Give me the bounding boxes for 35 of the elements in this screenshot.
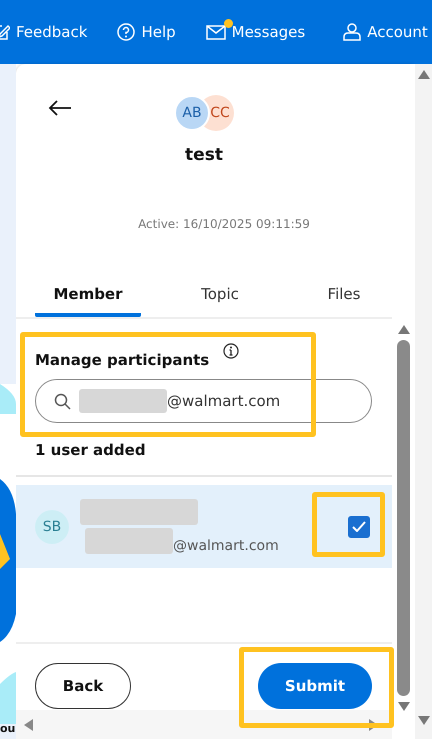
- horizontal-scrollbar[interactable]: [16, 710, 392, 739]
- envelope-icon: [206, 24, 226, 40]
- scroll-up-icon[interactable]: [418, 70, 430, 79]
- scroll-up-icon[interactable]: [398, 325, 410, 334]
- scroll-down-icon[interactable]: [398, 702, 410, 711]
- user-avatar: SB: [35, 510, 69, 544]
- active-timestamp: Active: 16/10/2025 09:11:59: [138, 217, 310, 231]
- page-text: ou: [0, 722, 16, 735]
- tab[interactable]: Topic: [141, 275, 299, 317]
- nav-link[interactable]: Account: [343, 23, 428, 41]
- search-icon: [54, 392, 71, 410]
- scroll-down-icon[interactable]: [418, 716, 430, 725]
- check-icon: [352, 521, 366, 532]
- user-count: 1 user added: [35, 441, 147, 459]
- help-icon: [117, 23, 136, 41]
- tab[interactable]: Files: [299, 275, 389, 317]
- edit-icon: [0, 23, 10, 41]
- back-arrow-icon[interactable]: [46, 98, 74, 118]
- person-icon: [343, 23, 362, 41]
- user-email: @walmart.com: [173, 538, 279, 554]
- avatar: AB: [174, 95, 210, 131]
- submit-button[interactable]: Submit: [258, 663, 372, 709]
- info-icon[interactable]: [223, 343, 240, 359]
- search-field[interactable]: @walmart.com: [35, 379, 372, 423]
- conversation-title: test: [185, 145, 223, 165]
- nav-link[interactable]: Feedback: [0, 23, 88, 41]
- scrollbar-thumb[interactable]: [397, 340, 410, 696]
- back-button[interactable]: Back: [35, 663, 131, 709]
- tab[interactable]: Member: [35, 275, 141, 317]
- checkbox[interactable]: [348, 516, 370, 538]
- user-row[interactable]: SB @walmart.com: [16, 485, 392, 568]
- nav-link[interactable]: Messages: [206, 23, 306, 41]
- nav-link[interactable]: Help: [117, 23, 176, 41]
- section-label: Manage participants: [35, 351, 210, 369]
- scroll-left-icon[interactable]: [24, 718, 33, 730]
